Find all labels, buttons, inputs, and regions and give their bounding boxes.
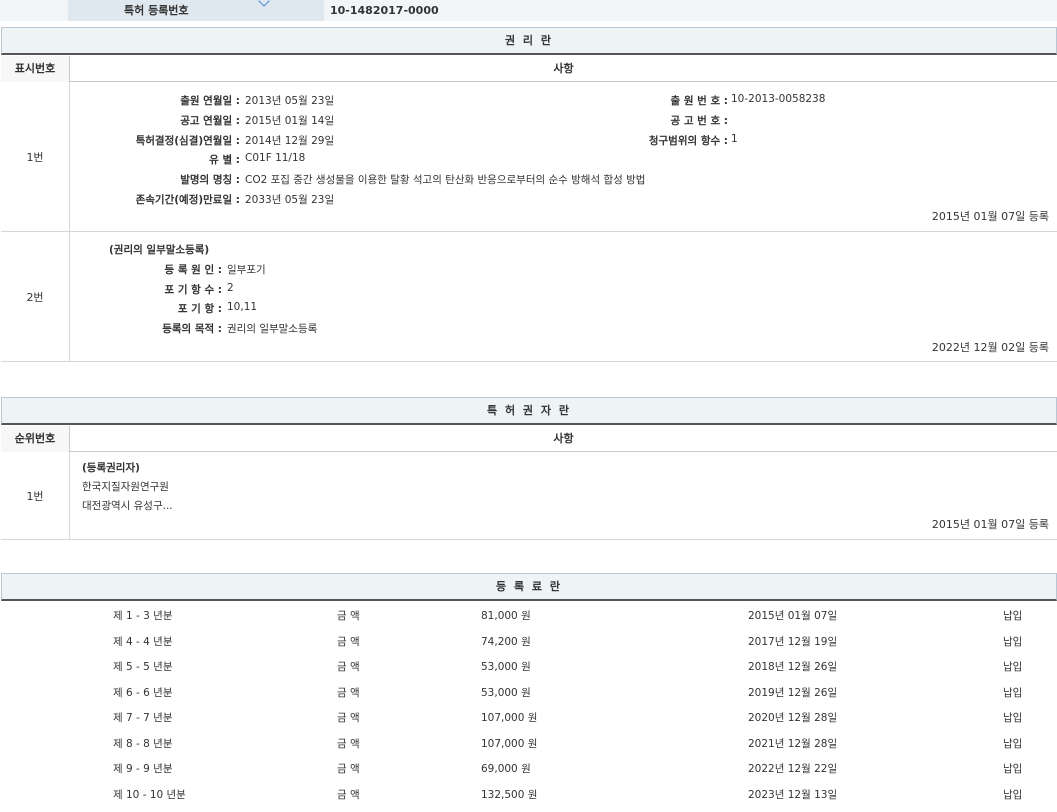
classification-value: C01F 11/18: [245, 152, 305, 164]
fee-amount: 53,000 원: [481, 659, 531, 674]
field-key: 유 별 :: [209, 152, 240, 167]
fee-date: 2022년 12월 22일: [748, 761, 837, 776]
fees-section-title: 등 록 료 란: [1, 573, 1057, 601]
fee-amount: 53,000 원: [481, 685, 531, 700]
fee-date: 2023년 12월 13일: [748, 787, 837, 802]
holders-section-title: 특 허 권 자 란: [1, 397, 1057, 425]
fee-row: 제 4 - 4 년분 금 액 74,200 원 2017년 12월 19일 납입: [1, 628, 1057, 653]
field-key: 발명의 명칭 :: [180, 172, 240, 187]
entry-heading: (등록권리자): [82, 460, 140, 475]
fee-status: 납입: [1003, 685, 1022, 700]
fee-row: 제 9 - 9 년분 금 액 69,000 원 2022년 12월 22일 납입: [1, 755, 1057, 780]
fee-date: 2019년 12월 26일: [748, 685, 837, 700]
fee-status: 납입: [1003, 634, 1022, 649]
fee-date: 2015년 01월 07일: [748, 608, 837, 623]
fee-amount: 69,000 원: [481, 761, 531, 776]
holders-column-header: 순위번호 사항: [1, 426, 1057, 452]
rights-column-header: 표시번호 사항: [1, 56, 1057, 82]
rights-col-desc: 사항: [70, 56, 1057, 82]
fee-amount-label: 금 액: [337, 710, 360, 725]
fee-amount-label: 금 액: [337, 608, 360, 623]
decision-date-value: 2014년 12월 29일: [245, 133, 334, 148]
fee-status: 납입: [1003, 608, 1022, 623]
fee-period: 제 6 - 6 년분: [113, 685, 172, 700]
fee-period: 제 8 - 8 년분: [113, 736, 172, 751]
holders-entry-1: 1번 (등록권리자) 한국지질자원연구원 대전광역시 유성구... 2015년 …: [1, 452, 1057, 540]
rights-section-title: 권 리 란: [1, 27, 1057, 55]
fee-row: 제 8 - 8 년분 금 액 107,000 원 2021년 12월 28일 납입: [1, 730, 1057, 755]
entry-date: 2015년 01월 07일 등록: [932, 208, 1049, 224]
fee-amount: 107,000 원: [481, 710, 537, 725]
fee-row: 제 7 - 7 년분 금 액 107,000 원 2020년 12월 28일 납입: [1, 704, 1057, 729]
fee-amount-label: 금 액: [337, 736, 360, 751]
field-key: 특허결정(심결)연월일 :: [136, 133, 240, 148]
fee-period: 제 10 - 10 년분: [113, 787, 186, 802]
fee-row: 제 5 - 5 년분 금 액 53,000 원 2018년 12월 26일 납입: [1, 653, 1057, 678]
waived-claims-count-value: 2: [227, 282, 234, 294]
fee-amount: 107,000 원: [481, 736, 537, 751]
registration-number-bar: 특허 등록번호 10-1482017-0000: [0, 0, 1057, 21]
rights-entry-1: 1번 출원 연월일 : 2013년 05월 23일 공고 연월일 : 2015년…: [1, 82, 1057, 232]
fee-amount: 132,500 원: [481, 787, 537, 802]
fee-status: 납입: [1003, 710, 1022, 725]
fee-amount-label: 금 액: [337, 787, 360, 802]
field-key: 출원 연월일 :: [180, 93, 240, 108]
fee-status: 납입: [1003, 787, 1022, 802]
fee-period: 제 5 - 5 년분: [113, 659, 172, 674]
fee-status: 납입: [1003, 761, 1022, 776]
holder-address: 대전광역시 유성구...: [82, 498, 173, 513]
field-key: 출 원 번 호 :: [671, 93, 728, 108]
field-key: 공고 연월일 :: [180, 113, 240, 128]
application-number-value: 10-2013-0058238: [731, 93, 825, 105]
publication-date-value: 2015년 01월 14일: [245, 113, 334, 128]
entry-number: 2번: [1, 232, 70, 361]
fee-row: 제 1 - 3 년분 금 액 81,000 원 2015년 01월 07일 납입: [1, 602, 1057, 627]
field-key: 등 록 원 인 :: [165, 262, 222, 277]
entry-heading: (권리의 일부말소등록): [109, 242, 209, 257]
fee-amount-label: 금 액: [337, 634, 360, 649]
field-key: 포 기 항 :: [178, 301, 222, 316]
fee-period: 제 1 - 3 년분: [113, 608, 172, 623]
holders-col-desc: 사항: [70, 426, 1057, 452]
rights-col-num: 표시번호: [1, 56, 70, 82]
entry-date: 2015년 01월 07일 등록: [932, 516, 1049, 532]
fee-period: 제 4 - 4 년분: [113, 634, 172, 649]
fee-amount-label: 금 액: [337, 761, 360, 776]
fee-date: 2018년 12월 26일: [748, 659, 837, 674]
registration-number-value: 10-1482017-0000: [330, 0, 439, 21]
fee-row: 제 6 - 6 년분 금 액 53,000 원 2019년 12월 26일 납입: [1, 679, 1057, 704]
invention-title-value: CO2 포집 중간 생성물을 이용한 탈황 석고의 탄산화 반응으로부터의 순수…: [245, 172, 645, 187]
fee-status: 납입: [1003, 736, 1022, 751]
fee-amount: 74,200 원: [481, 634, 531, 649]
fee-period: 제 9 - 9 년분: [113, 761, 172, 776]
filing-date-value: 2013년 05월 23일: [245, 93, 334, 108]
fee-period: 제 7 - 7 년분: [113, 710, 172, 725]
fee-status: 납입: [1003, 659, 1022, 674]
field-key: 포 기 항 수 :: [165, 282, 222, 297]
registration-number-label: 특허 등록번호: [68, 0, 324, 21]
entry-number: 1번: [1, 82, 70, 231]
rights-entry-2: 2번 (권리의 일부말소등록) 등 록 원 인 : 일부포기 포 기 항 수 :…: [1, 232, 1057, 362]
registration-purpose-value: 권리의 일부말소등록: [227, 321, 317, 336]
fee-row: 제 10 - 10 년분 금 액 132,500 원 2023년 12월 13일 납입: [1, 781, 1057, 806]
fee-date: 2020년 12월 28일: [748, 710, 837, 725]
claims-count-value: 1: [731, 133, 738, 145]
waived-claims-value: 10,11: [227, 301, 257, 313]
holders-col-num: 순위번호: [1, 426, 70, 452]
entry-date: 2022년 12월 02일 등록: [932, 339, 1049, 355]
field-key: 등록의 목적 :: [162, 321, 222, 336]
fee-date: 2017년 12월 19일: [748, 634, 837, 649]
fee-date: 2021년 12월 28일: [748, 736, 837, 751]
field-key: 청구범위의 항수 :: [649, 133, 728, 148]
registration-cause-value: 일부포기: [227, 262, 266, 277]
fee-amount-label: 금 액: [337, 659, 360, 674]
field-key: 공 고 번 호 :: [671, 113, 728, 128]
entry-number: 1번: [1, 452, 70, 539]
expiry-date-value: 2033년 05월 23일: [245, 192, 334, 207]
fee-amount: 81,000 원: [481, 608, 531, 623]
field-key: 존속기간(예정)만료일 :: [136, 192, 240, 207]
holder-name: 한국지질자원연구원: [82, 479, 169, 494]
fee-amount-label: 금 액: [337, 685, 360, 700]
